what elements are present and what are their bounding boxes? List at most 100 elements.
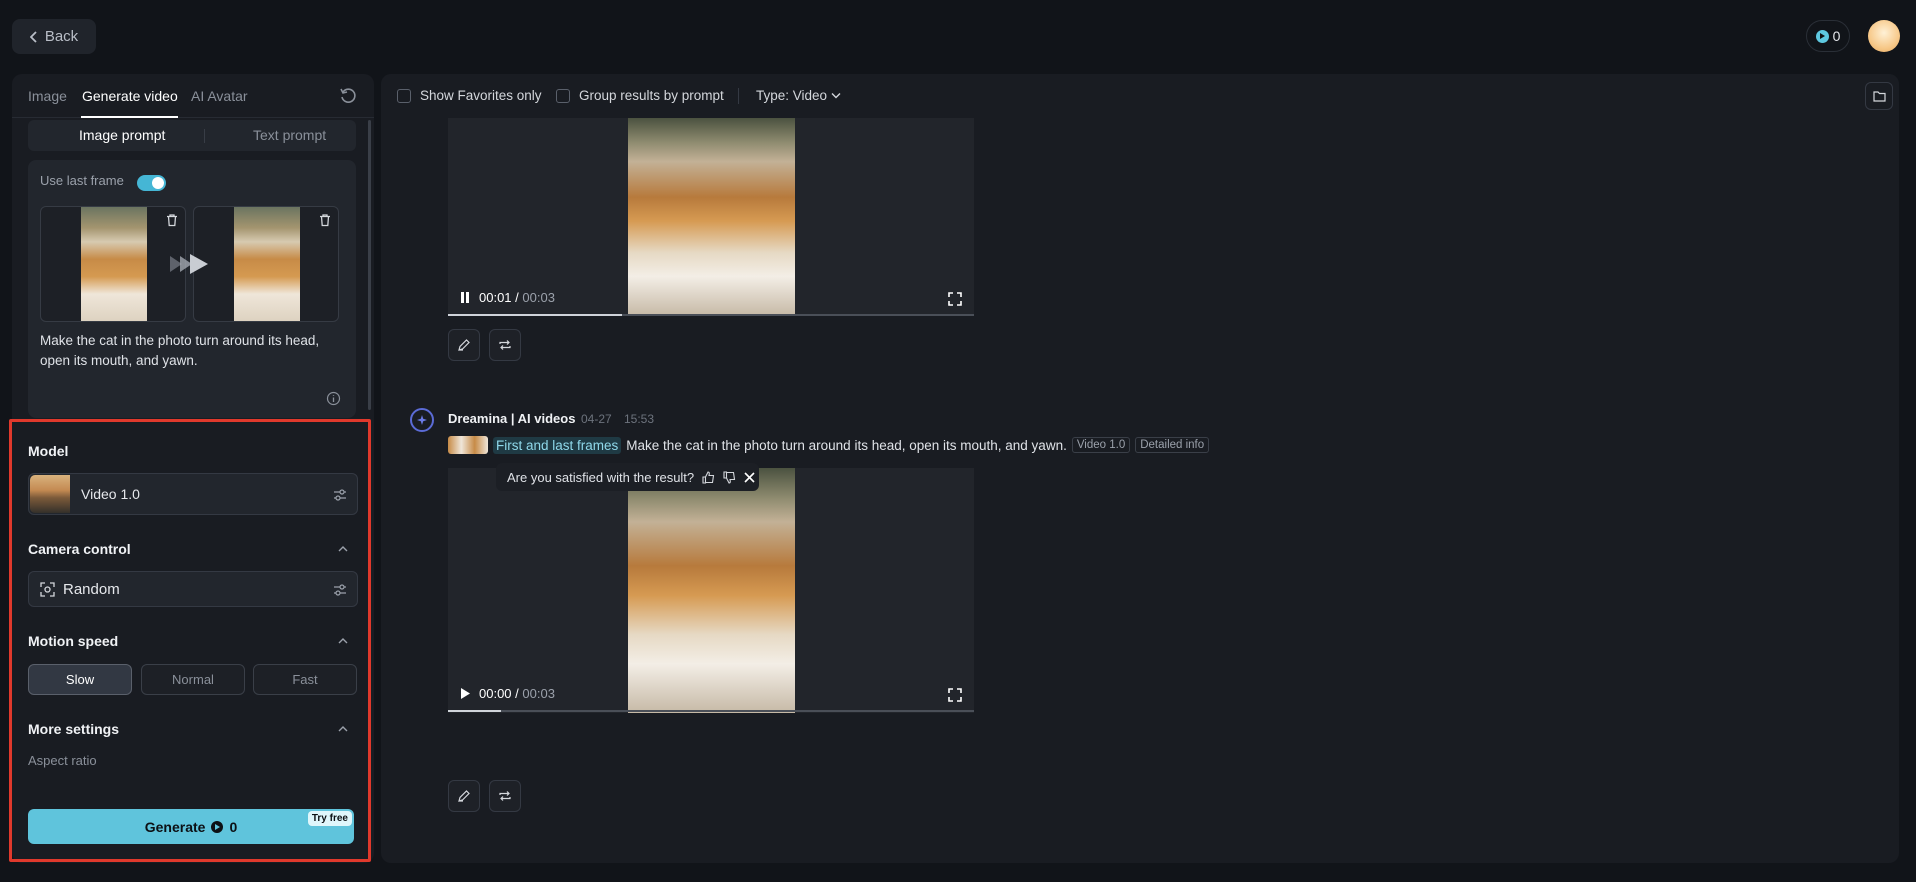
video-current-time: 00:00 — [479, 686, 512, 701]
transition-arrows-icon — [170, 254, 208, 274]
more-settings-title: More settings — [28, 721, 120, 737]
video-controls: 00:00 / 00:03 — [460, 686, 555, 701]
dreamina-logo-icon — [410, 408, 434, 432]
feedback-prompt: Are you satisfied with the result? — [496, 463, 759, 491]
edit-button[interactable] — [448, 780, 480, 812]
tab-image[interactable]: Image — [28, 88, 67, 104]
repeat-icon — [499, 340, 511, 350]
tab-generate-video[interactable]: Generate video — [82, 88, 178, 104]
active-tab-indicator — [81, 116, 178, 118]
speed-slow-button[interactable]: Slow — [28, 664, 132, 695]
video-frame — [628, 468, 795, 713]
video-progress-fill — [448, 710, 501, 712]
folder-icon — [1873, 91, 1886, 102]
camera-control-value: Random — [63, 581, 120, 598]
camera-control-selector[interactable]: Random — [28, 571, 358, 607]
chevron-up-icon[interactable] — [337, 637, 349, 645]
settings-sliders-icon[interactable] — [332, 582, 348, 598]
tab-text-prompt[interactable]: Text prompt — [253, 127, 326, 143]
first-last-frames-chip[interactable]: First and last frames — [493, 436, 622, 454]
use-last-frame-label: Use last frame — [40, 173, 124, 188]
last-frame-image — [234, 207, 300, 321]
edit-button[interactable] — [448, 329, 480, 361]
type-dropdown-label: Type: Video — [756, 88, 828, 103]
video-controls: 00:01 / 00:03 — [460, 290, 555, 305]
speed-normal-button[interactable]: Normal — [141, 664, 245, 695]
chevron-left-icon — [29, 30, 37, 43]
panel-scrollbar[interactable] — [368, 120, 371, 410]
top-bar: Back 0 — [0, 0, 1916, 72]
motion-speed-title: Motion speed — [28, 633, 119, 649]
play-icon[interactable] — [460, 688, 470, 699]
repeat-icon — [499, 791, 511, 801]
settings-sliders-icon[interactable] — [332, 487, 348, 503]
group-by-prompt-label[interactable]: Group results by prompt — [579, 88, 724, 103]
detailed-info-tag[interactable]: Detailed info — [1135, 437, 1210, 453]
video-total-time: 00:03 — [522, 686, 555, 701]
entry-prompt: Make the cat in the photo turn around it… — [626, 437, 1067, 453]
trash-icon[interactable] — [318, 213, 332, 227]
history-icon[interactable] — [338, 86, 358, 106]
generate-button[interactable]: Generate 0 Try free — [28, 809, 354, 844]
results-panel: Show Favorites only Group results by pro… — [381, 74, 1899, 863]
credits-badge[interactable]: 0 — [1806, 20, 1850, 52]
chevron-up-icon[interactable] — [337, 545, 349, 553]
trash-icon[interactable] — [165, 213, 179, 227]
folder-button[interactable] — [1865, 82, 1893, 110]
video-current-time: 00:01 — [479, 290, 512, 305]
group-by-prompt-checkbox[interactable] — [556, 89, 570, 103]
divider — [204, 129, 205, 143]
generate-label: Generate — [144, 818, 206, 835]
favorites-checkbox[interactable] — [397, 89, 411, 103]
thumbs-up-icon[interactable] — [702, 470, 715, 484]
divider — [738, 88, 739, 104]
tab-image-prompt[interactable]: Image prompt — [79, 127, 165, 143]
type-dropdown[interactable]: Type: Video — [756, 88, 841, 103]
fullscreen-icon[interactable] — [948, 688, 962, 702]
frames-card: Use last frame Make the cat in the photo… — [28, 160, 356, 418]
time-separator: / — [515, 686, 519, 701]
video-progress-bar[interactable] — [448, 314, 974, 316]
prompt-row: First and last frames Make the cat in th… — [448, 436, 1210, 454]
close-icon[interactable] — [744, 471, 755, 483]
chevron-up-icon[interactable] — [337, 725, 349, 733]
regenerate-button[interactable] — [489, 780, 521, 812]
tab-ai-avatar[interactable]: AI Avatar — [191, 88, 248, 104]
thumbs-down-icon[interactable] — [723, 470, 736, 484]
prompt-type-switch: Image prompt Text prompt — [28, 120, 356, 151]
favorites-label[interactable]: Show Favorites only — [420, 88, 542, 103]
entry-time: 15:53 — [624, 412, 655, 426]
model-tag: Video 1.0 — [1071, 437, 1131, 453]
feedback-question: Are you satisfied with the result? — [507, 469, 695, 485]
back-button[interactable]: Back — [12, 19, 96, 54]
author-name: Dreamina | AI videos — [448, 411, 576, 426]
video-total-time: 00:03 — [522, 290, 555, 305]
pause-icon[interactable] — [460, 292, 470, 303]
credit-coin-icon — [1815, 29, 1829, 43]
credits-count: 0 — [1832, 28, 1841, 44]
info-icon[interactable] — [326, 391, 341, 406]
use-last-frame-toggle[interactable] — [137, 175, 166, 191]
pencil-icon — [458, 339, 470, 351]
model-title: Model — [28, 443, 69, 459]
speed-fast-button[interactable]: Fast — [253, 664, 357, 695]
video-player[interactable]: 00:01 / 00:03 — [448, 118, 974, 316]
camera-focus-icon — [40, 582, 55, 597]
prompt-text[interactable]: Make the cat in the photo turn around it… — [40, 331, 340, 371]
time-separator: / — [515, 290, 519, 305]
video-progress-bar[interactable] — [448, 710, 974, 712]
credit-coin-icon — [211, 820, 224, 833]
first-frame-image — [81, 207, 147, 321]
first-frame-slot[interactable] — [40, 206, 186, 322]
video-frame — [628, 118, 795, 316]
regenerate-button[interactable] — [489, 329, 521, 361]
video-player[interactable]: 00:00 / 00:03 — [448, 468, 974, 713]
model-selector[interactable]: Video 1.0 — [28, 473, 358, 515]
avatar[interactable] — [1868, 20, 1900, 52]
camera-control-title: Camera control — [28, 541, 131, 557]
last-frame-slot[interactable] — [193, 206, 339, 322]
mode-tabs: Image Generate video AI Avatar — [12, 74, 374, 118]
generate-cost: 0 — [229, 818, 238, 835]
pencil-icon — [458, 790, 470, 802]
fullscreen-icon[interactable] — [948, 292, 962, 306]
